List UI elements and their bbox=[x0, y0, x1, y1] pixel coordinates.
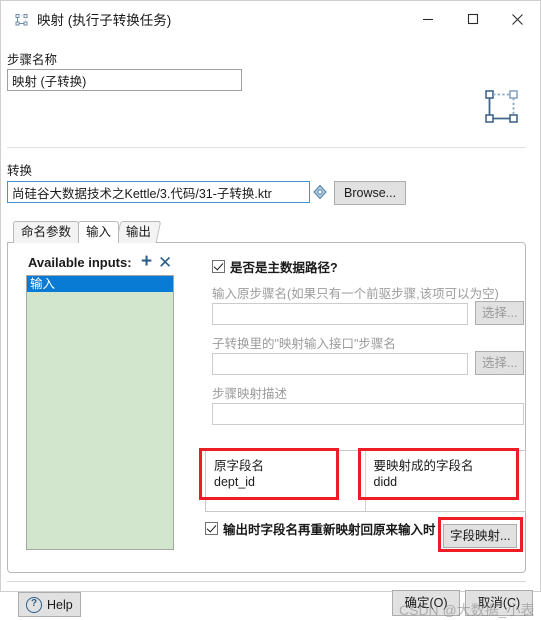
main-data-path-checkbox[interactable]: 是否是主数据路径? bbox=[212, 257, 338, 276]
checkbox-label: 是否是主数据路径? bbox=[230, 261, 338, 275]
mapping-input-step-input[interactable] bbox=[212, 353, 468, 375]
mapping-step-large-icon bbox=[482, 87, 522, 127]
question-circle-icon: ? bbox=[26, 596, 42, 613]
source-step-input[interactable] bbox=[212, 303, 468, 325]
tab-strip: 命名参数 输入 输出 bbox=[7, 221, 526, 243]
close-x-icon[interactable]: ✕ bbox=[158, 253, 172, 272]
target-field-column[interactable]: 要映射成的字段名 didd bbox=[366, 451, 526, 511]
rename-on-output-checkbox[interactable]: 输出时字段名再重新映射回原来输入时 bbox=[205, 519, 436, 538]
transform-label: 转换 bbox=[7, 164, 33, 178]
step-name-label: 步骤名称 bbox=[7, 53, 58, 67]
close-button[interactable] bbox=[495, 1, 540, 37]
transform-path-input[interactable] bbox=[7, 181, 310, 203]
browse-button[interactable]: Browse... bbox=[334, 181, 407, 205]
dialog-body: 步骤名称 转换 Browse... bbox=[1, 38, 540, 618]
help-label: Help bbox=[47, 597, 73, 612]
window-title: 映射 (执行子转换任务) bbox=[37, 13, 172, 28]
tab-label: 命名参数 bbox=[21, 225, 72, 239]
help-button[interactable]: ? Help bbox=[18, 592, 81, 617]
footer-divider bbox=[7, 581, 526, 582]
tab-input[interactable]: 输入 bbox=[78, 221, 120, 243]
mapping-input-step-label: 子转换里的"映射输入接口"步骤名 bbox=[212, 337, 396, 351]
variable-picker-icon[interactable] bbox=[312, 184, 328, 200]
available-inputs-list[interactable]: 输入 bbox=[26, 275, 174, 550]
column-header: 原字段名 bbox=[214, 459, 265, 473]
list-item[interactable]: 输入 bbox=[27, 276, 173, 292]
maximize-button[interactable] bbox=[450, 1, 495, 37]
field-mapping-table[interactable]: 原字段名 dept_id 要映射成的字段名 didd bbox=[205, 450, 526, 512]
plus-icon[interactable]: + bbox=[141, 252, 152, 271]
table-cell[interactable]: didd bbox=[374, 475, 526, 495]
minimize-button[interactable] bbox=[405, 1, 450, 37]
source-field-column[interactable]: 原字段名 dept_id bbox=[206, 451, 366, 511]
source-step-label: 输入原步骤名(如果只有一个前驱步骤,该项可以为空) bbox=[212, 287, 499, 301]
step-name-input[interactable] bbox=[7, 69, 242, 91]
description-label: 步骤映射描述 bbox=[212, 387, 288, 401]
mapping-step-icon bbox=[14, 12, 29, 27]
available-inputs-label: Available inputs: bbox=[28, 255, 132, 270]
checkbox-label: 输出时字段名再重新映射回原来输入时 bbox=[223, 523, 436, 537]
description-input[interactable] bbox=[212, 403, 524, 425]
checkbox-box[interactable] bbox=[212, 260, 225, 273]
source-step-select-button[interactable]: 选择... bbox=[475, 301, 525, 325]
mapping-input-step-select-button[interactable]: 选择... bbox=[475, 351, 525, 375]
field-mapping-button[interactable]: 字段映射... bbox=[443, 524, 518, 548]
tab-label: 输入 bbox=[86, 225, 112, 239]
window-controls bbox=[405, 1, 540, 37]
column-header: 要映射成的字段名 bbox=[373, 459, 474, 473]
checkbox-box[interactable] bbox=[205, 522, 218, 535]
mapping-step-dialog: 映射 (执行子转换任务) 步骤名称 映射 (子转换) 转换 尚硅谷大数据技术之K… bbox=[0, 0, 541, 618]
table-cell[interactable]: dept_id bbox=[214, 475, 365, 495]
tab-label: 输出 bbox=[125, 225, 151, 239]
tab-output[interactable]: 输出 bbox=[115, 221, 162, 243]
header-divider bbox=[7, 147, 526, 148]
tab-named-parameters[interactable]: 命名参数 bbox=[13, 221, 80, 243]
ok-button[interactable]: 确定(O) bbox=[392, 590, 460, 616]
cancel-button[interactable]: 取消(C) bbox=[465, 590, 533, 616]
title-bar: 映射 (执行子转换任务) bbox=[1, 1, 540, 38]
